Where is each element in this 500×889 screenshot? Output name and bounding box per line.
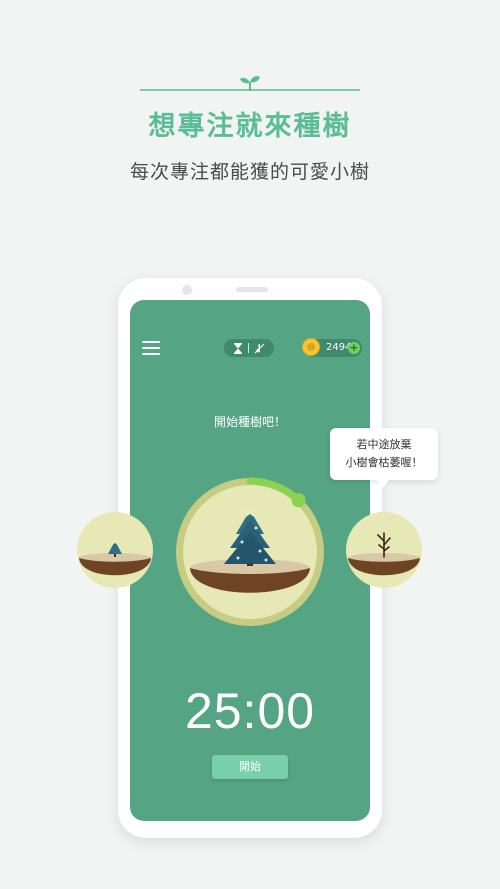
coin-balance[interactable]: 2494 +	[302, 338, 362, 357]
growth-progress-knob	[291, 493, 306, 508]
mode-toggle[interactable]	[224, 339, 274, 357]
warning-tooltip: 若中途放棄 小樹會枯萎喔！	[330, 428, 438, 488]
subheadline: 每次專注都能獲的可愛小樹	[129, 161, 370, 183]
camera	[182, 285, 192, 295]
speaker	[236, 287, 268, 292]
headline: 想專注就來種樹	[148, 111, 352, 142]
withered-tree-preview	[346, 512, 422, 588]
tree-growth-dial[interactable]	[174, 476, 326, 628]
coin-icon	[302, 338, 320, 356]
start-button[interactable]: 開始	[212, 755, 288, 779]
sprout-icon	[240, 76, 260, 91]
timer-display: 25:00	[184, 683, 316, 739]
sapling-preview	[77, 512, 153, 588]
toggle-separator	[248, 343, 249, 353]
tooltip-line-2: 小樹會枯萎喔！	[345, 456, 423, 469]
menu-icon[interactable]	[142, 341, 160, 355]
hourglass-icon[interactable]	[233, 342, 243, 354]
no-music-icon[interactable]	[254, 343, 265, 354]
tooltip-line-1: 若中途放棄	[356, 438, 412, 451]
plus-icon[interactable]: +	[348, 342, 360, 354]
